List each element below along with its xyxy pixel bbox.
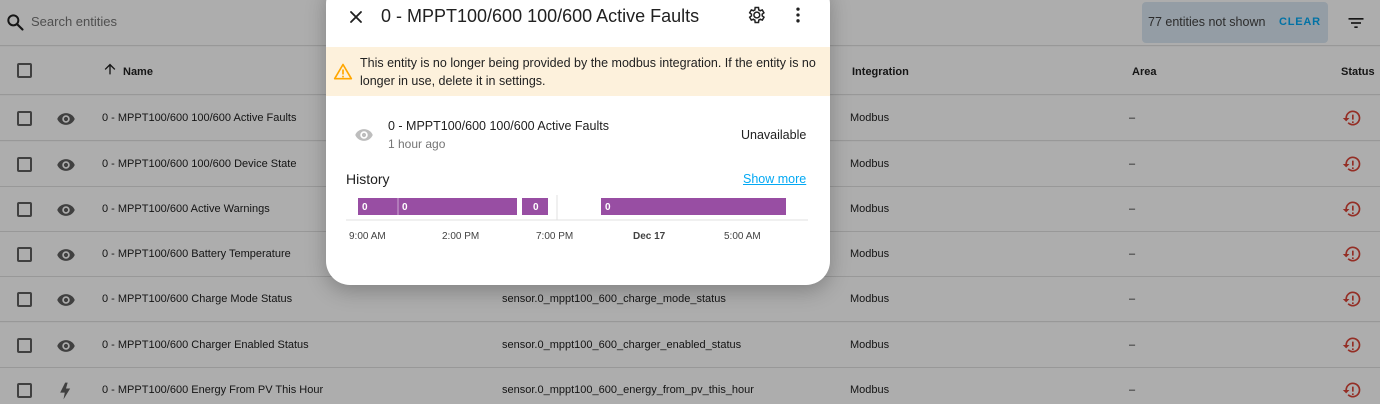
show-more-link[interactable]: Show more — [743, 172, 806, 186]
entity-name: 0 - MPPT100/600 100/600 Active Faults — [388, 119, 609, 133]
history-timeline[interactable]: 0 0 0 0 9:00 AM 2:00 PM 7:00 PM Dec 17 5… — [326, 195, 830, 255]
timeline-segment-label: 0 — [533, 202, 539, 213]
entity-last-changed: 1 hour ago — [388, 137, 446, 151]
timeline-segment — [601, 198, 786, 215]
more-vertical-icon[interactable] — [788, 5, 808, 25]
timeline-segment-label: 0 — [402, 202, 408, 213]
eye-icon — [355, 129, 373, 141]
entity-dialog: 0 - MPPT100/600 100/600 Active Faults Th… — [326, 0, 830, 285]
entity-state: Unavailable — [741, 128, 807, 142]
gear-icon[interactable] — [746, 5, 766, 25]
warning-icon — [333, 63, 353, 80]
timeline-tick: Dec 17 — [633, 231, 666, 242]
timeline-tick: 2:00 PM — [442, 231, 479, 242]
timeline-tick: 9:00 AM — [349, 231, 386, 242]
warning-alert: This entity is no longer being provided … — [326, 47, 830, 96]
close-icon[interactable] — [346, 7, 366, 27]
timeline-segment-label: 0 — [362, 202, 368, 213]
timeline-tick: 7:00 PM — [536, 231, 573, 242]
dialog-title: 0 - MPPT100/600 100/600 Active Faults — [381, 6, 700, 26]
timeline-tick: 5:00 AM — [724, 231, 761, 242]
timeline-segment — [398, 198, 517, 215]
timeline-segment-label: 0 — [605, 202, 611, 213]
alert-message: This entity is no longer being provided … — [360, 56, 816, 88]
history-heading: History — [346, 171, 390, 187]
